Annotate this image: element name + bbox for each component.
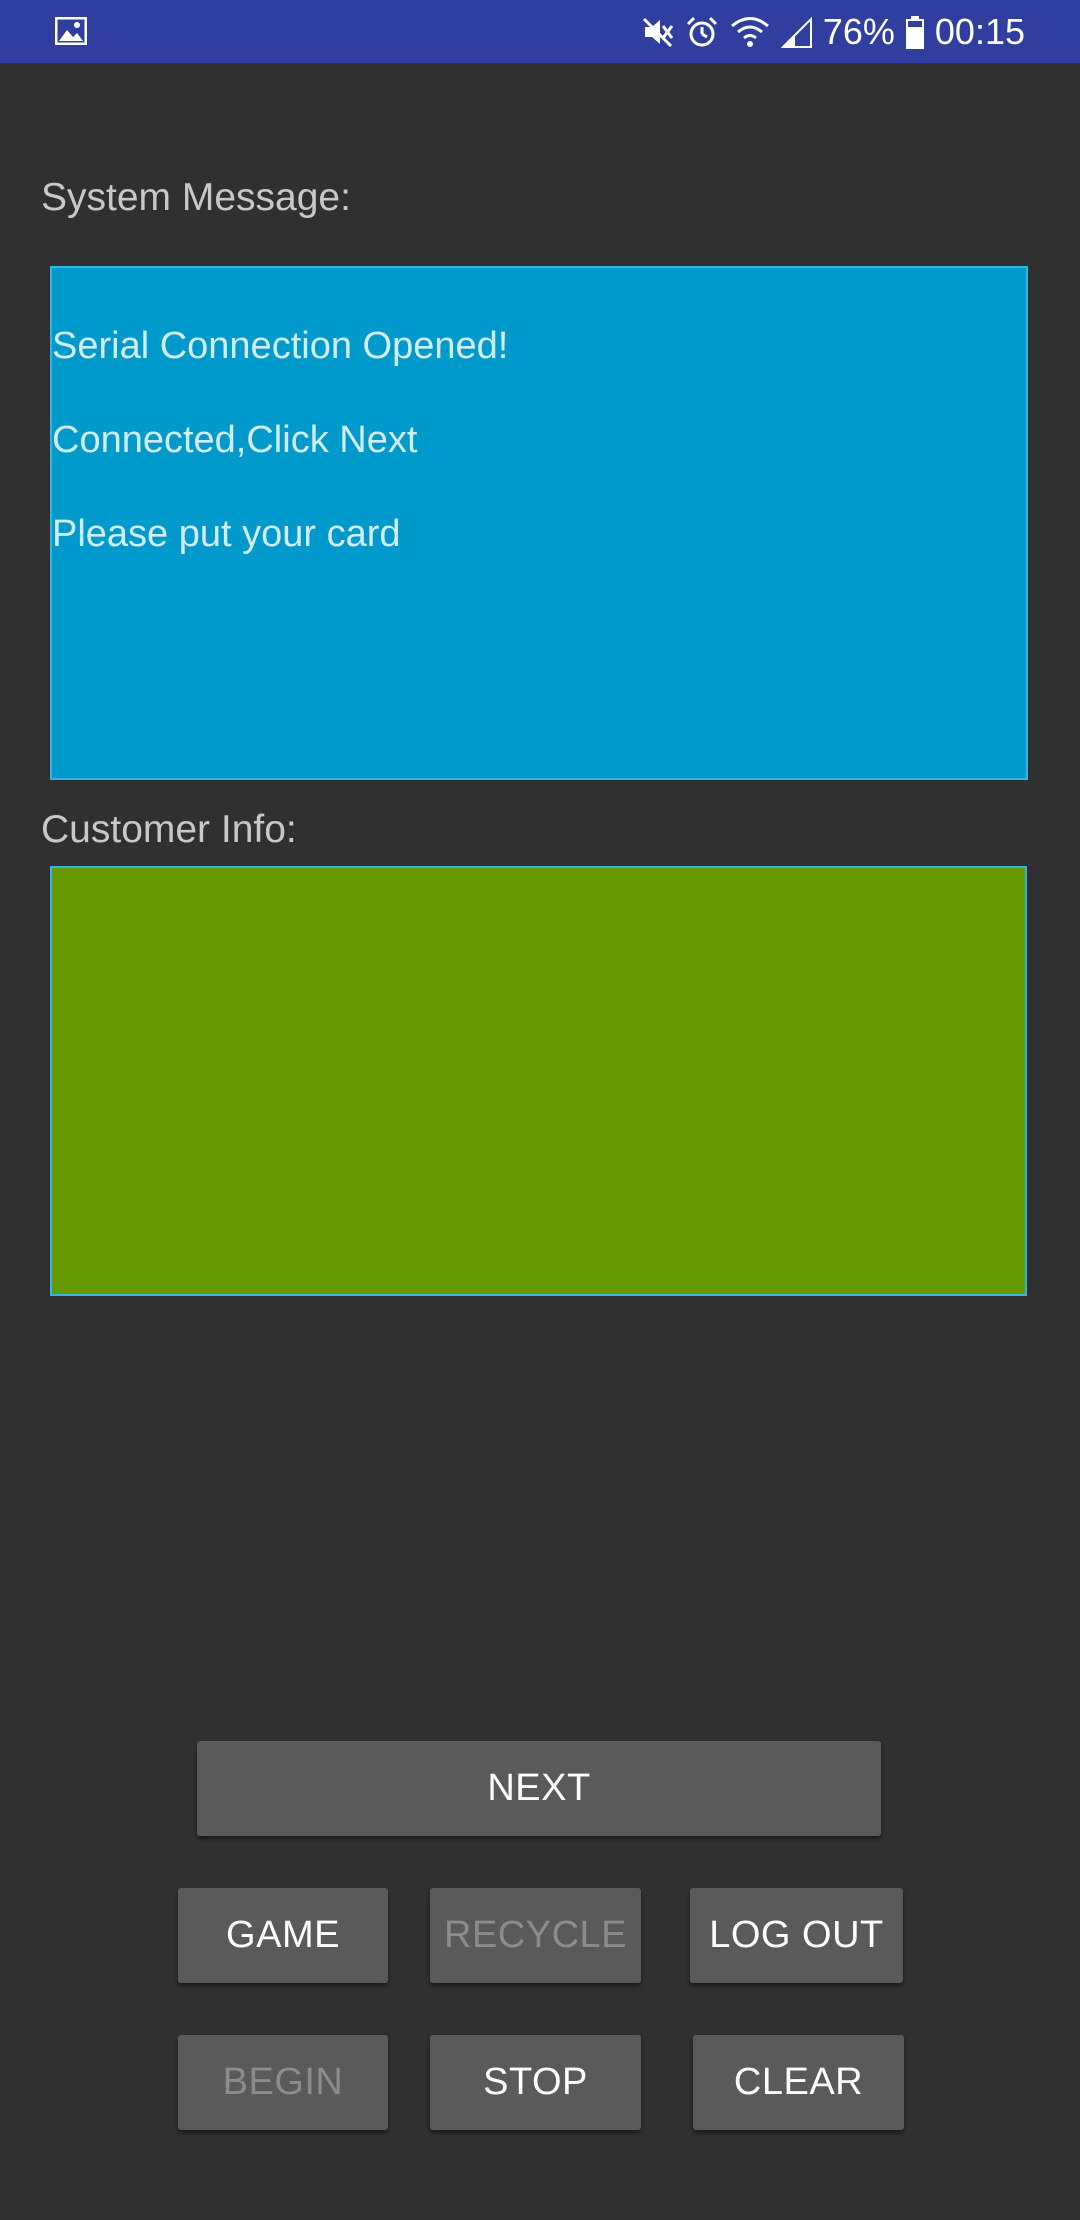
system-message-line: Connected,Click Next [52,419,418,461]
battery-percent: 76% [822,10,895,52]
image-notification-icon [54,16,88,46]
next-button[interactable]: NEXT [197,1741,881,1836]
clock: 00:15 [934,10,1025,52]
log-out-button[interactable]: LOG OUT [690,1888,903,1983]
begin-button[interactable]: BEGIN [178,2035,388,2130]
system-message-label: System Message: [41,176,351,219]
signal-icon [780,15,813,49]
clear-button[interactable]: CLEAR [693,2035,904,2130]
system-message-line: Please put your card [52,513,401,555]
customer-info-label: Customer Info: [41,808,297,851]
mute-icon [641,15,675,49]
stop-button[interactable]: STOP [430,2035,641,2130]
battery-icon [905,15,925,49]
status-bar: 76% 00:15 [0,0,1080,63]
customer-info-box [50,866,1027,1296]
system-message-box: Serial Connection Opened! Connected,Clic… [50,266,1028,780]
recycle-button[interactable]: RECYCLE [430,1888,641,1983]
game-button[interactable]: GAME [178,1888,388,1983]
alarm-icon [685,15,719,49]
status-icons: 76% 00:15 [641,0,1025,63]
wifi-icon [729,15,771,49]
system-message-line: Serial Connection Opened! [52,325,509,367]
